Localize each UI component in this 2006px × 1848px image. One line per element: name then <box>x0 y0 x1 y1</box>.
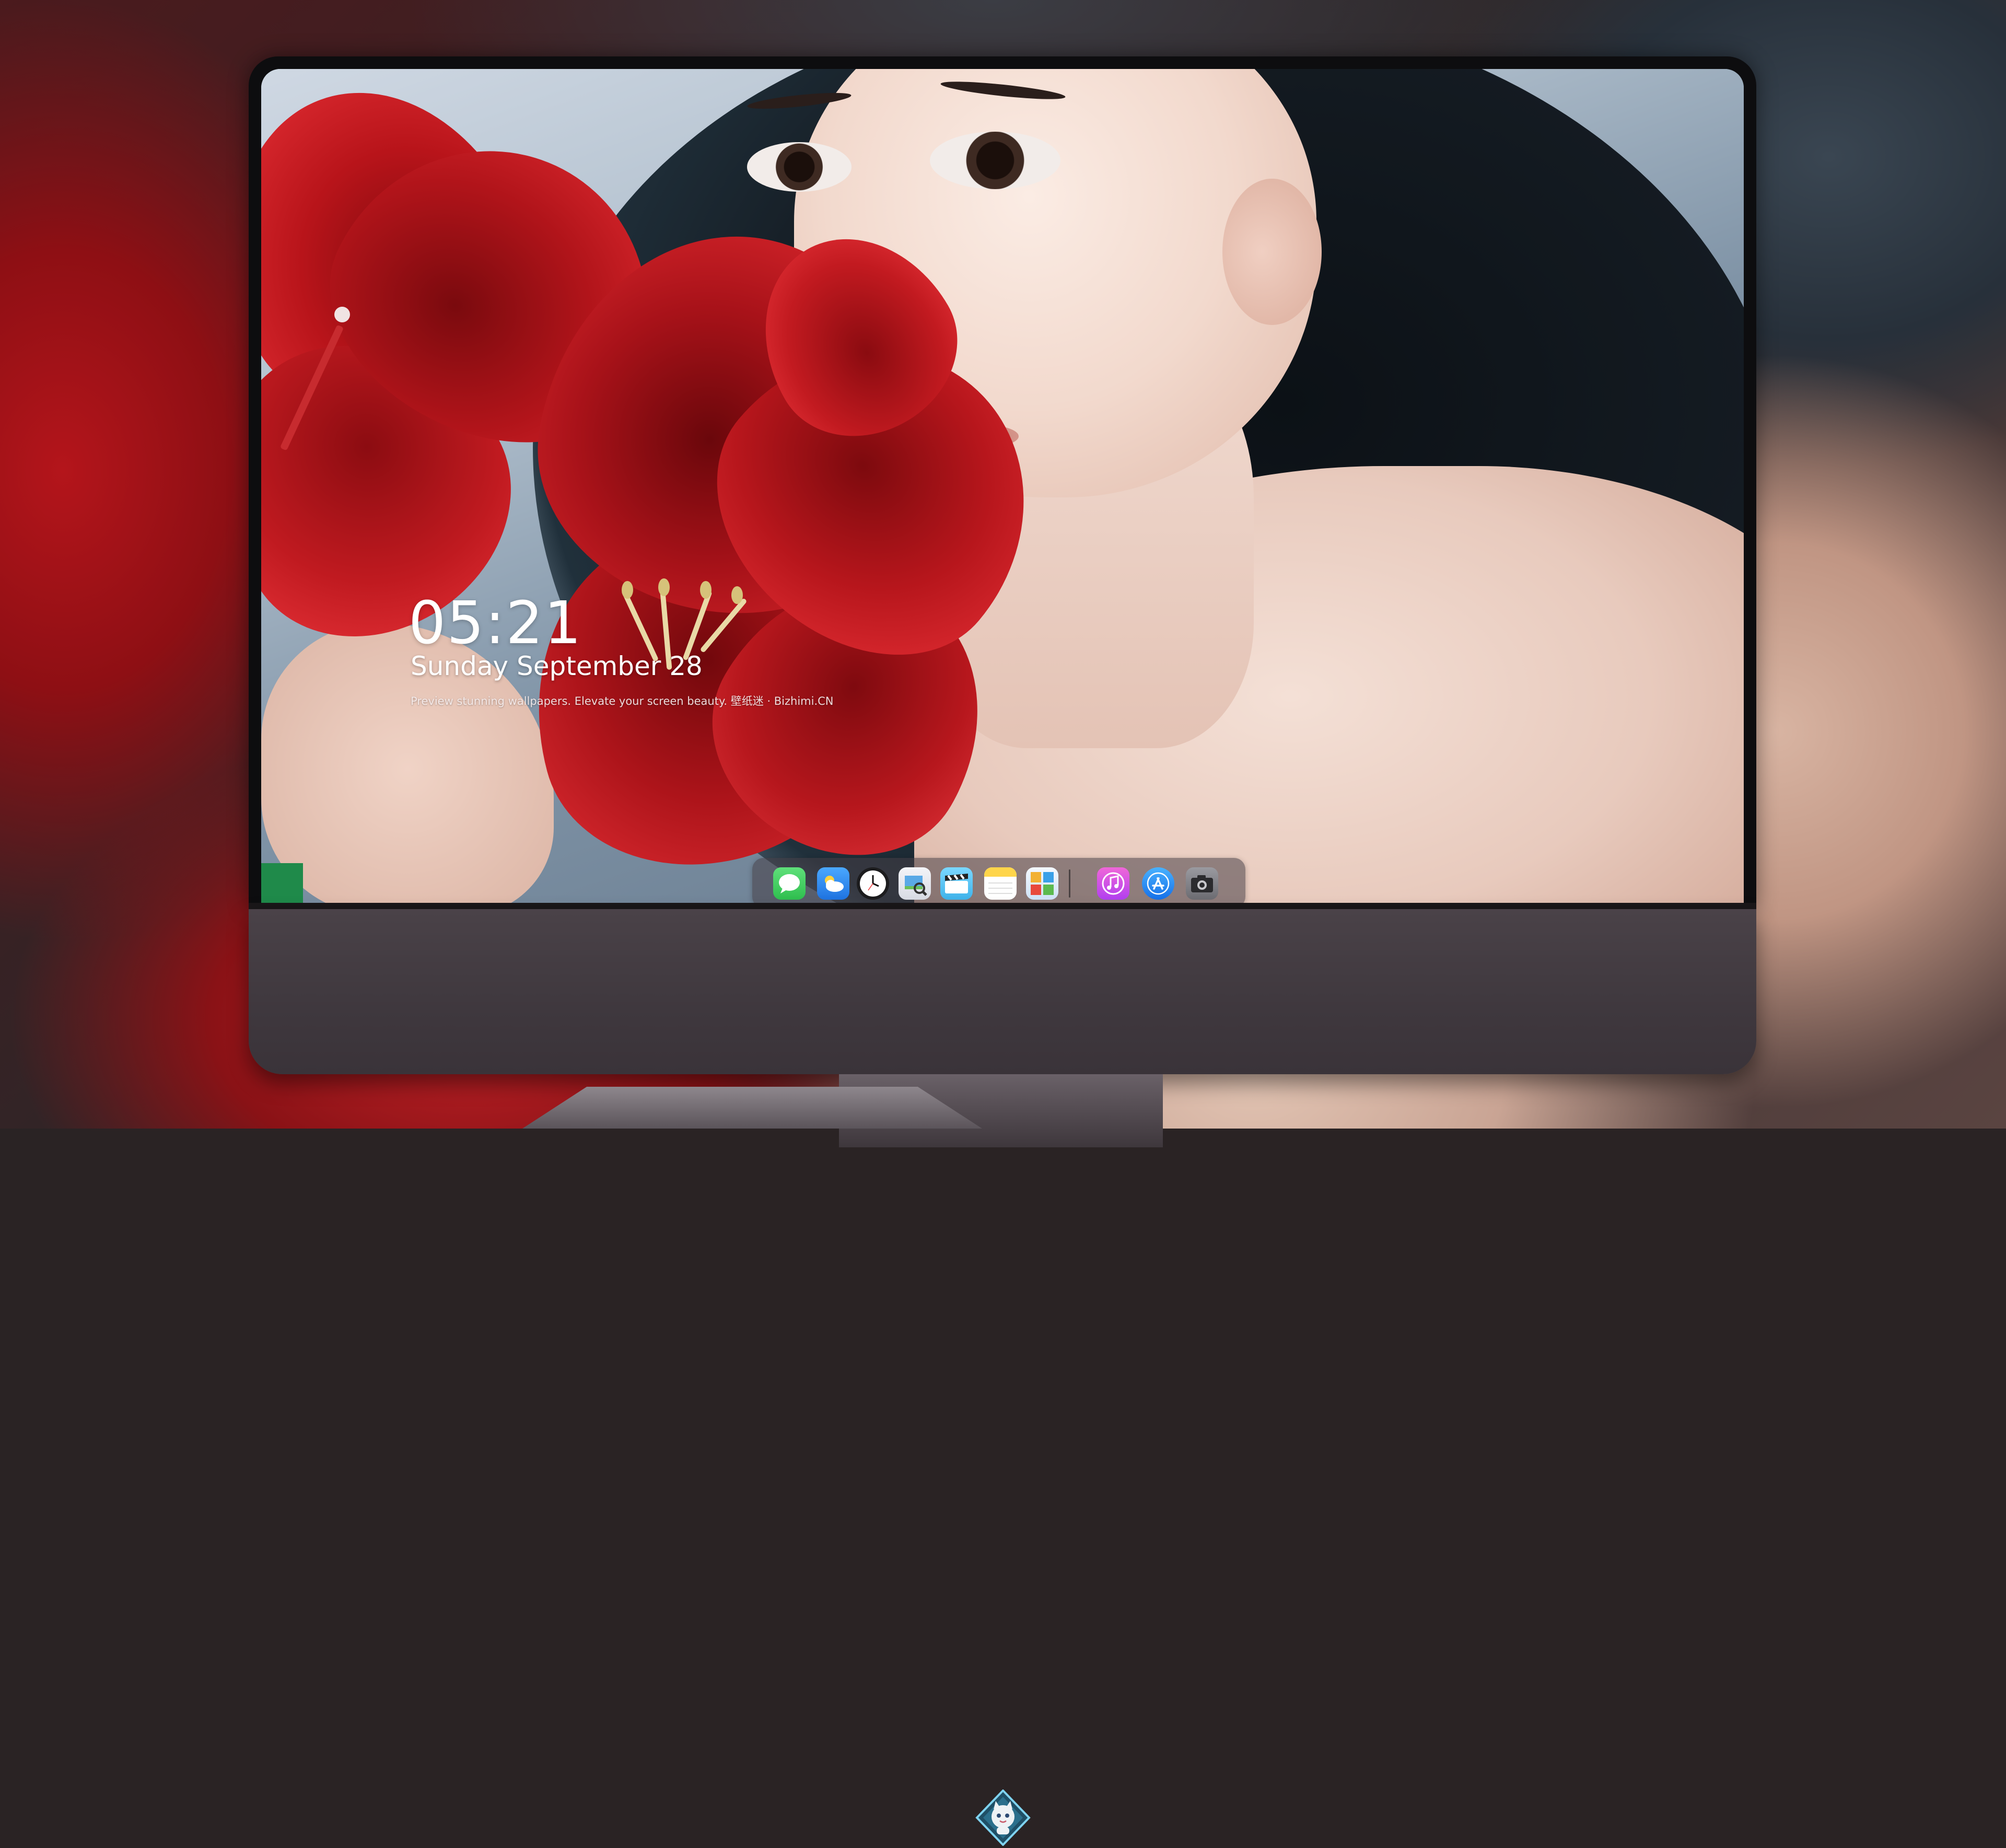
flower-anther <box>700 581 712 599</box>
desktop-monitor: 05:21 Sunday September 28 Preview stunni… <box>249 56 1756 1846</box>
flower-anther <box>731 586 743 604</box>
notes-icon[interactable] <box>984 867 1017 900</box>
lockscreen-date: Sunday September 28 <box>411 651 703 681</box>
dock <box>752 858 1245 903</box>
flower-anther <box>622 581 633 599</box>
monitor-bezel: 05:21 Sunday September 28 Preview stunni… <box>249 56 1756 909</box>
photo-booth-icon[interactable] <box>1026 867 1058 900</box>
app-store-icon[interactable] <box>1142 867 1174 900</box>
cat-mascot-icon <box>975 1789 1031 1846</box>
monitor-stand-base <box>522 1087 982 1129</box>
dock-separator <box>1069 869 1070 898</box>
clock-icon[interactable] <box>857 867 889 900</box>
weather-icon[interactable] <box>817 867 849 900</box>
lockscreen-tagline: Preview stunning wallpapers. Elevate you… <box>411 695 834 707</box>
preview-icon[interactable] <box>899 867 931 900</box>
monitor-chin <box>249 909 1756 1846</box>
wallpaper-ear <box>1222 179 1322 325</box>
wallpaper-eye <box>747 142 852 192</box>
wallpaper-eye <box>930 132 1060 189</box>
flower-anther <box>658 578 670 596</box>
monitor-screen[interactable]: 05:21 Sunday September 28 Preview stunni… <box>261 69 1744 903</box>
lockscreen-clock: 05:21 <box>409 589 582 657</box>
music-icon[interactable] <box>1097 867 1129 900</box>
flower-anther <box>334 307 350 322</box>
wallpaper-leaf <box>261 863 303 903</box>
messages-icon[interactable] <box>773 867 806 900</box>
clapper-icon[interactable] <box>940 867 973 900</box>
camera-icon[interactable] <box>1186 867 1218 900</box>
